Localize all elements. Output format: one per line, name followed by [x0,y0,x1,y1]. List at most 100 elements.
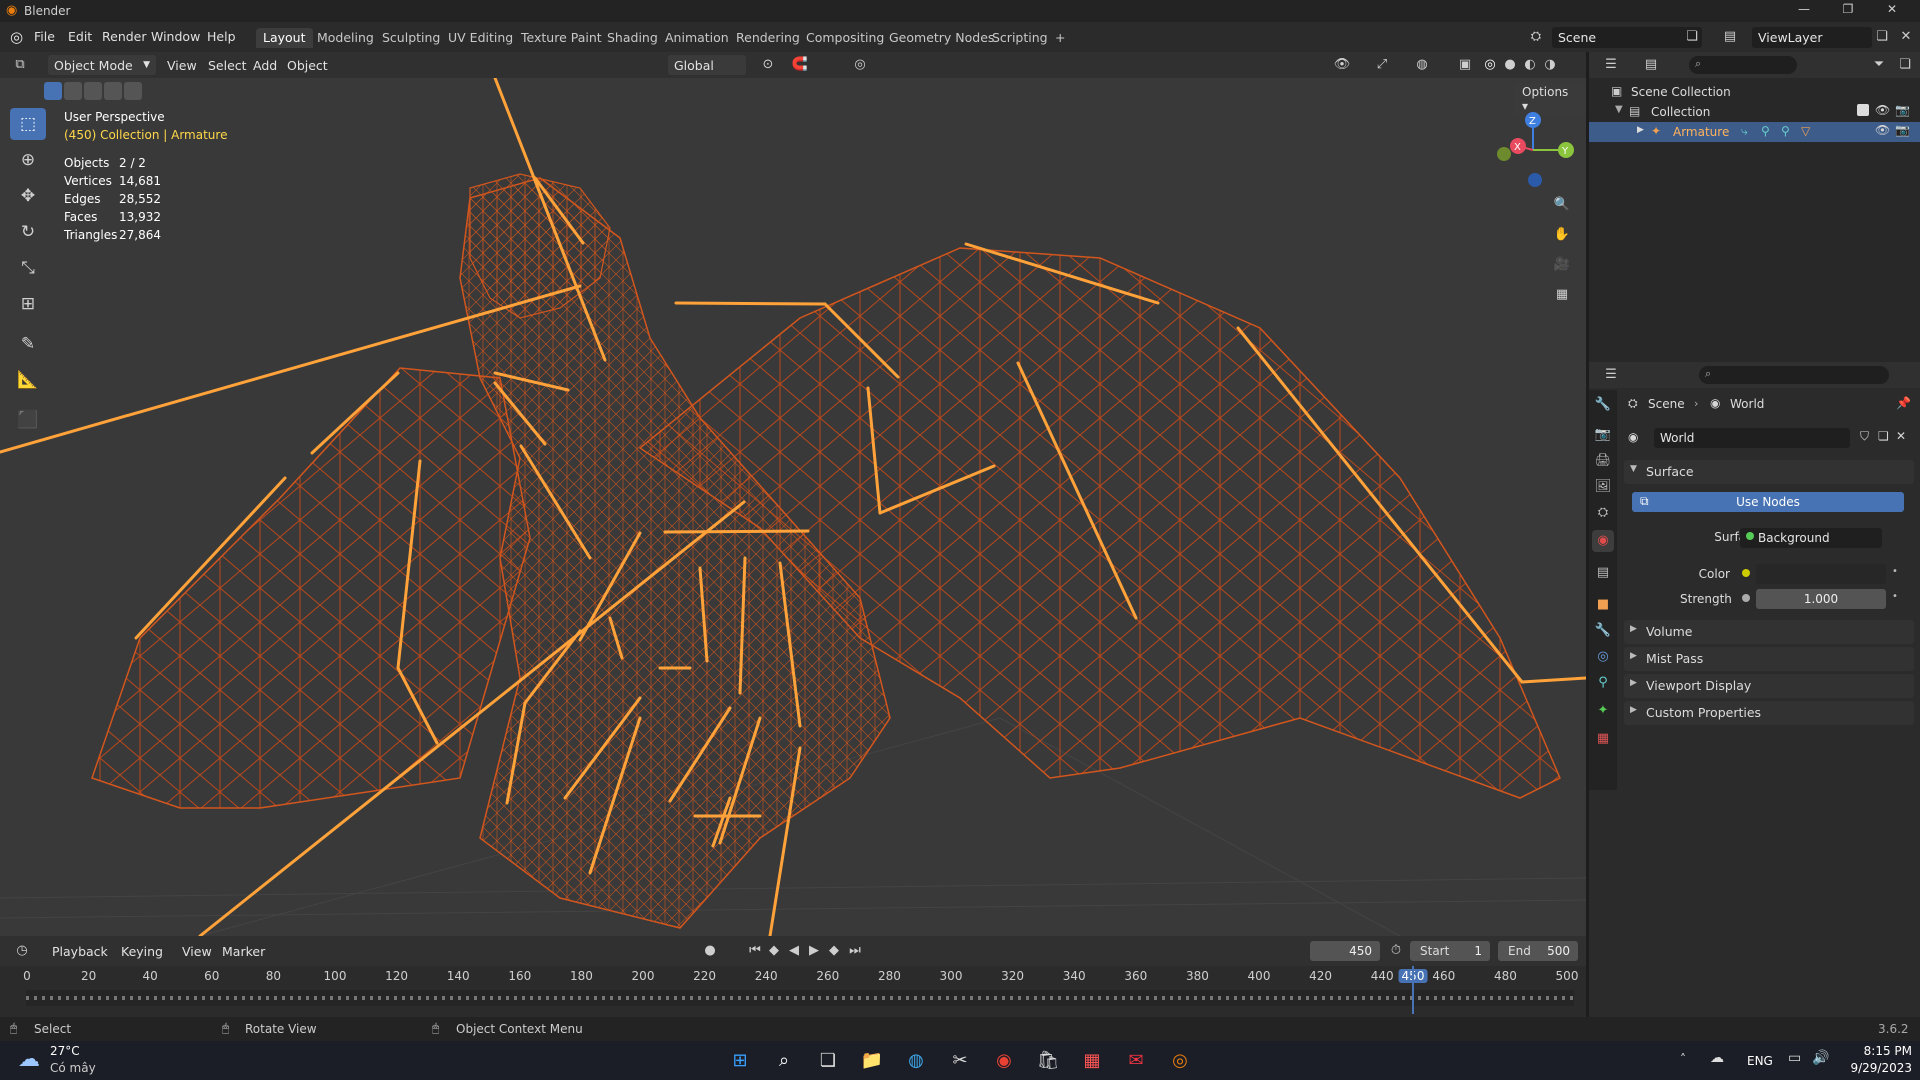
playhead-line[interactable] [1412,966,1414,1014]
mist-pass-section-header[interactable]: ▶ Mist Pass [1624,647,1914,671]
task-view-icon[interactable]: ❏ [812,1045,844,1077]
select-box-tool-icon[interactable]: ⬚ [10,108,46,140]
tab-layout[interactable]: Layout [256,28,313,48]
snap-icon[interactable]: 🧲 [790,55,810,75]
file-explorer-icon[interactable]: 📁 [856,1045,888,1077]
scene-new-icon[interactable]: ❏ [1682,27,1702,47]
onedrive-icon[interactable]: ☁ [1710,1050,1724,1066]
outliner-editor-icon[interactable]: ☰ [1601,55,1621,75]
navigation-gizmo[interactable]: Z Y X [1488,108,1578,198]
restore-icon[interactable]: ❐ [1828,2,1868,20]
start-frame-field[interactable]: Start 1 [1410,941,1490,961]
menu-select[interactable]: Select [208,58,247,73]
eye-icon[interactable]: 👁 [1875,123,1890,137]
scene-icon[interactable]: ⛭ [1526,27,1546,47]
proportional-edit-icon[interactable]: ◎ [850,55,870,75]
menu-edit[interactable]: Edit [68,29,92,44]
custom-properties-section-header[interactable]: ▶ Custom Properties [1624,701,1914,725]
physics-tab-icon[interactable]: ◎ [1592,646,1614,668]
expand-icon[interactable]: ▶ [1637,125,1644,135]
texture-tab-icon[interactable]: ▦ [1592,728,1614,750]
tab-rendering[interactable]: Rendering [729,28,807,48]
play-icon[interactable]: ▶ [804,941,824,961]
use-nodes-button[interactable]: ⧉ Use Nodes [1632,492,1904,512]
clock-icon[interactable]: ⏱ [1386,941,1406,961]
minimize-icon[interactable]: — [1784,2,1824,20]
pin-icon[interactable]: 📌 [1896,396,1911,410]
tab-animation[interactable]: Animation [658,28,736,48]
search-icon[interactable]: ⌕ [768,1045,800,1077]
cursor-tool-icon[interactable]: ⊕ [10,144,46,176]
scene-tab-icon[interactable]: ⛭ [1592,502,1614,524]
tab-compositing[interactable]: Compositing [799,28,891,48]
keyframe-strip[interactable] [26,990,1574,1006]
pivot-icon[interactable]: ⊙ [758,55,778,75]
transform-tool-icon[interactable]: ⊞ [10,288,46,320]
jump-end-icon[interactable]: ⏭ [845,941,865,961]
close-icon[interactable]: ✕ [1872,2,1912,20]
surface-shader-field[interactable]: Background [1740,528,1882,548]
world-selector[interactable]: ◉ World ⛉ ❏ ✕ [1624,428,1914,450]
jump-start-icon[interactable]: ⏮ [745,941,765,961]
annotate-tool-icon[interactable]: ✎ [10,328,46,360]
mode-dropdown[interactable]: Object Mode ▼ [48,55,156,75]
viewlayer-remove-icon[interactable]: ✕ [1896,27,1916,47]
current-frame-field[interactable]: 450 [1310,941,1380,961]
clock-date[interactable]: 9/29/2023 [1842,1061,1912,1075]
tray-chevron-icon[interactable]: ˄ [1680,1052,1686,1066]
render-tab-icon[interactable]: 📷 [1592,424,1614,446]
snipping-tool-icon[interactable]: ✂ [944,1045,976,1077]
volume-icon[interactable]: 🔊 [1812,1050,1829,1066]
language-indicator[interactable]: ENG [1747,1054,1773,1068]
menu-file[interactable]: File [34,29,55,44]
select-extend-icon[interactable] [64,82,82,100]
measure-tool-icon[interactable]: 📐 [10,364,46,396]
rendered-shading-icon[interactable]: ◑ [1540,55,1560,75]
camera-icon[interactable]: 📷 [1895,103,1910,117]
gizmo-toggle-icon[interactable]: ⤢ [1372,55,1392,75]
display-mode-icon[interactable]: ▤ [1641,55,1661,75]
surface-section-header[interactable]: ▼ Surface [1624,460,1914,484]
color-field[interactable] [1756,564,1886,584]
ortho-grid-icon[interactable]: ▦ [1552,285,1572,305]
constraints-tab-icon[interactable]: ⚲ [1592,672,1614,694]
ms-store-icon[interactable]: 🛍 [1032,1045,1064,1077]
editor-type-icon[interactable]: ⧉ [10,55,30,75]
select-new-icon[interactable] [44,82,62,100]
menu-view[interactable]: View [182,944,212,959]
fake-user-icon[interactable]: ⛉ [1860,429,1869,444]
xray-toggle-icon[interactable]: ▣ [1455,55,1475,75]
collection-tab-icon[interactable]: ▤ [1592,562,1614,584]
modifiers-tab-icon[interactable]: 🔧 [1592,620,1614,642]
duplicate-icon[interactable]: ❏ [1878,429,1889,443]
3d-viewport[interactable]: User Perspective (450) Collection | Arma… [0,78,1586,936]
menu-help[interactable]: Help [207,29,236,44]
tab-shading[interactable]: Shading [600,28,665,48]
outliner-row-armature[interactable]: ▶ ✦ Armature ⤷ ⚲ ⚲ ▽ 👁 📷 [1589,122,1920,142]
wireframe-shading-icon[interactable]: ◎ [1480,55,1500,75]
view-layer-tab-icon[interactable]: 🖼 [1592,476,1614,498]
add-workspace-button[interactable]: + [1048,28,1072,48]
tab-texture-paint[interactable]: Texture Paint [514,28,609,48]
properties-editor-icon[interactable]: ☰ [1601,365,1621,385]
scene-name-field[interactable]: Scene [1552,27,1702,48]
menu-keying[interactable]: Keying [121,944,163,959]
scale-tool-icon[interactable]: ⤡ [10,252,46,284]
windows-start-icon[interactable]: ⊞ [724,1045,756,1077]
outliner-search-input[interactable]: ⌕ [1689,56,1797,74]
menu-playback[interactable]: Playback [52,944,108,959]
record-icon[interactable]: ● [700,941,720,961]
viewlayer-name-field[interactable]: ViewLayer [1752,27,1872,48]
chrome-icon[interactable]: ◉ [988,1045,1020,1077]
rotate-tool-icon[interactable]: ↻ [10,216,46,248]
world-name-field[interactable]: World [1654,428,1850,448]
menu-render[interactable]: Render [102,29,147,44]
blender-menu-icon[interactable]: ◎ [10,28,23,46]
prev-keyframe-icon[interactable]: ◆ [764,941,784,961]
weather-cloud-icon[interactable]: ☁ [18,1047,40,1072]
keyframe-dot-icon[interactable]: • [1892,591,1898,602]
solid-shading-icon[interactable]: ● [1500,55,1520,75]
world-tab-icon[interactable]: ◉ [1592,530,1614,552]
object-tab-icon[interactable]: ■ [1592,594,1614,616]
new-collection-icon[interactable]: ❏ [1895,55,1915,75]
